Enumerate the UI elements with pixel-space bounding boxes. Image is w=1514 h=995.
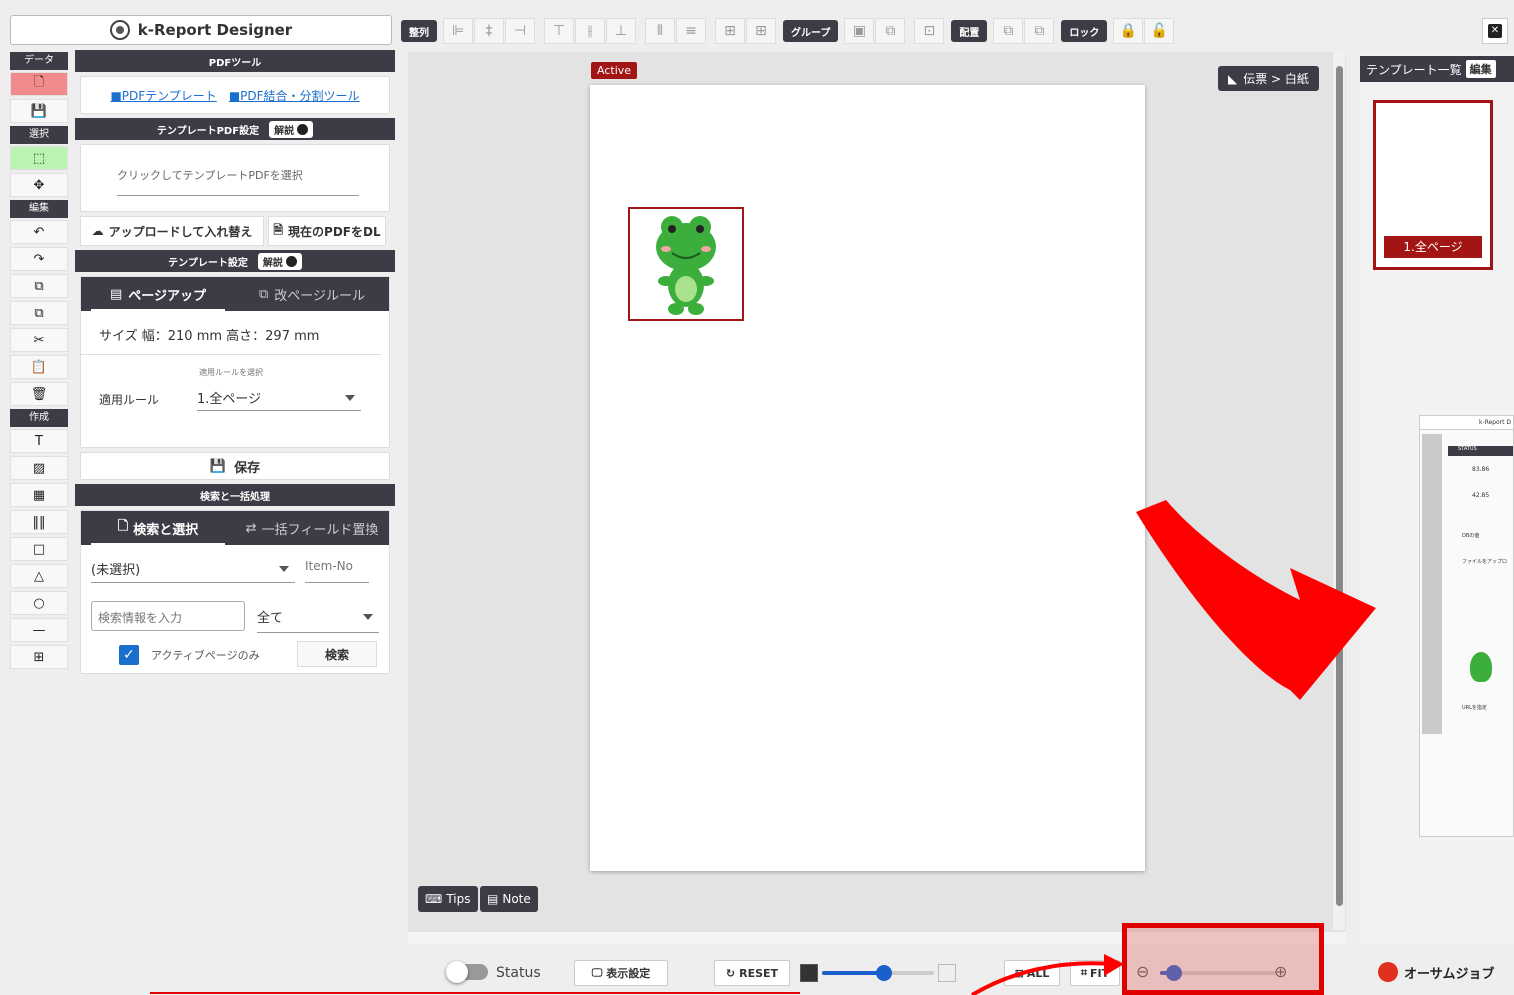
app-window: k-Report Designer 整列 ⊫ ‡ ⊣ ⊤ ⫲ ⊥ ⫴ ≡ ⊞ ⊞…	[0, 0, 1514, 995]
small-red-arrow-icon	[970, 961, 1113, 995]
big-red-arrow-icon	[1136, 500, 1376, 700]
small-red-arrowhead-icon	[1104, 954, 1124, 976]
annotation-arrows	[150, 500, 1376, 995]
